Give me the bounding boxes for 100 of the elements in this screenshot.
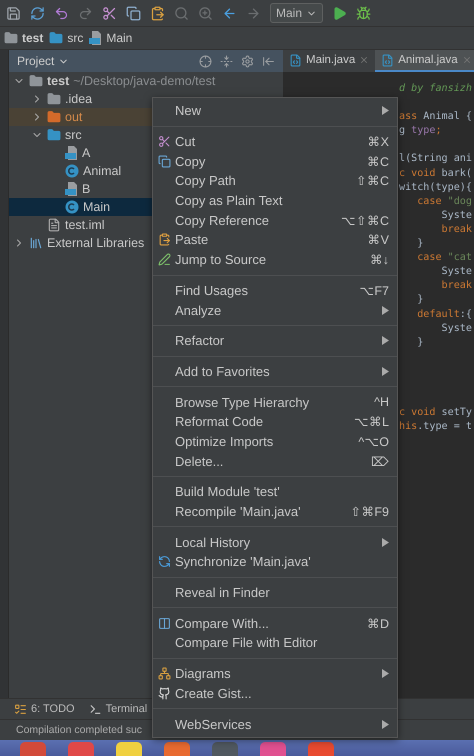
menu-item-label: Analyze: [175, 302, 222, 318]
project-view-dropdown[interactable]: Project: [17, 54, 191, 68]
code-token: }: [416, 336, 424, 348]
menu-item[interactable]: Copy Path ⇧⌘C: [153, 171, 397, 191]
undo-icon[interactable]: [54, 6, 69, 20]
menu-item[interactable]: Jump to Source ⌘↓: [153, 250, 397, 270]
menu-item[interactable]: Browse Type Hierarchy ^H: [153, 392, 397, 412]
code-token: c void: [399, 168, 436, 179]
dock-app-icon[interactable]: [260, 742, 286, 756]
paste-icon[interactable]: [150, 6, 165, 20]
zoom-icon[interactable]: [198, 6, 213, 20]
menu-item[interactable]: Synchronize 'Main.java': [153, 552, 397, 572]
dock-app-icon[interactable]: [308, 742, 334, 756]
settings-icon[interactable]: [241, 54, 254, 68]
menu-item-label: Find Usages: [175, 282, 249, 298]
menu-item[interactable]: Find Usages ⌥F7: [153, 280, 397, 300]
menu-item-label: Paste: [175, 232, 210, 248]
tree-item-label: Animal: [83, 164, 122, 178]
shortcut-label: ⇧⌘C: [356, 173, 389, 188]
menu-item[interactable]: Compare File with Editor: [153, 633, 397, 653]
github-icon: [158, 686, 170, 700]
menu-item[interactable]: Recompile 'Main.java' ⇧⌘F9: [153, 502, 397, 522]
code-token: g: [399, 125, 406, 136]
tree-item-label: B: [82, 182, 90, 196]
copy-icon: [158, 154, 170, 168]
code-token: break: [440, 224, 472, 235]
close-icon[interactable]: [359, 55, 370, 65]
menu-item[interactable]: Paste ⌘V: [153, 230, 397, 250]
class-icon: [65, 200, 79, 214]
menu-item-label: Add to Favorites: [175, 364, 271, 379]
tree-item[interactable]: test ~/Desktop/java-demo/test: [9, 72, 283, 90]
tool-window-tab[interactable]: 6: TODO: [14, 702, 75, 716]
hide-icon[interactable]: [262, 54, 275, 68]
menu-item-label: Copy: [175, 154, 206, 169]
code-token: Syste: [440, 266, 472, 278]
menu-item-label: Diagrams: [175, 666, 232, 682]
code-token: case: [416, 252, 443, 264]
tree-item-label: out: [65, 110, 82, 124]
copy-icon[interactable]: [126, 6, 141, 20]
shortcut-label: ⌥⇧⌘C: [340, 212, 389, 228]
java-file-icon: [289, 54, 302, 66]
menu-item[interactable]: Reveal in Finder: [153, 582, 397, 602]
shortcut-label: ⌘D: [366, 616, 389, 631]
compare-icon: [158, 616, 170, 630]
paste-icon: [158, 233, 170, 246]
menu-item[interactable]: Local History: [153, 532, 397, 552]
menu-item[interactable]: Add to Favorites: [153, 362, 397, 382]
menu-item-label: Browse Type Hierarchy: [175, 394, 310, 410]
menu-item[interactable]: Create Gist...: [153, 684, 397, 704]
back-icon[interactable]: [222, 6, 237, 20]
breadcrumb[interactable]: Main: [89, 31, 132, 45]
code-token: case: [416, 196, 443, 207]
todo-icon: [14, 702, 27, 716]
menu-item-label: Build Module 'test': [175, 484, 281, 500]
forward-icon[interactable]: [246, 6, 261, 20]
close-icon[interactable]: [462, 55, 472, 65]
scissors-icon: [158, 135, 170, 148]
menu-item-label: Refactor: [175, 333, 226, 348]
code-token: l(String ani: [399, 153, 472, 164]
sync-icon[interactable]: [30, 6, 45, 20]
code-token: }: [416, 294, 424, 306]
dock-app-icon[interactable]: [164, 742, 190, 756]
module-folder-icon: [29, 74, 43, 88]
cut-icon[interactable]: [102, 6, 117, 20]
menu-item-label: Create Gist...: [175, 686, 253, 701]
code-token: ass: [399, 111, 418, 122]
code-token: break: [440, 280, 472, 292]
breadcrumb[interactable]: src: [49, 31, 84, 45]
module-folder-icon: [4, 31, 18, 45]
breadcrumb[interactable]: test: [4, 31, 44, 45]
menu-item[interactable]: Build Module 'test': [153, 482, 397, 502]
locate-icon[interactable]: [199, 54, 212, 68]
menu-item[interactable]: Diagrams: [153, 664, 397, 684]
debug-icon[interactable]: [356, 6, 372, 20]
menu-item[interactable]: Delete... ⌦: [153, 451, 397, 471]
dock-app-icon[interactable]: [116, 742, 142, 756]
menu-item[interactable]: Copy ⌘C: [153, 151, 397, 172]
editor-tab[interactable]: Animal.java: [375, 50, 474, 72]
java-file-icon: [381, 54, 394, 66]
search-icon[interactable]: [174, 6, 189, 20]
menu-item-label: Copy Path: [175, 173, 237, 188]
run-configuration-dropdown[interactable]: Main: [270, 3, 324, 23]
tool-window-tab[interactable]: Terminal: [88, 702, 148, 716]
save-icon[interactable]: [6, 6, 21, 20]
menu-item[interactable]: Compare With... ⌘D: [153, 613, 397, 634]
collapse-icon[interactable]: [220, 54, 233, 68]
menu-item[interactable]: WebServices: [153, 714, 397, 734]
tree-item-label: test: [47, 74, 70, 88]
menu-item[interactable]: Optimize Imports ^⌥O: [153, 432, 397, 452]
menu-item[interactable]: Analyze: [153, 300, 397, 320]
menu-item[interactable]: Refactor: [153, 330, 397, 351]
menu-item-label: Compare File with Editor: [175, 635, 318, 650]
menu-item[interactable]: Cut ⌘X: [153, 132, 397, 152]
folder-icon: [47, 128, 61, 142]
menu-item[interactable]: Reformat Code ⌥⌘L: [153, 412, 397, 432]
code-token: }: [416, 238, 424, 250]
module-path: ~/Desktop/java-demo/test: [73, 74, 216, 88]
redo-icon[interactable]: [78, 6, 93, 20]
run-icon[interactable]: [332, 6, 348, 20]
shortcut-label: ⌘↓: [370, 252, 389, 268]
